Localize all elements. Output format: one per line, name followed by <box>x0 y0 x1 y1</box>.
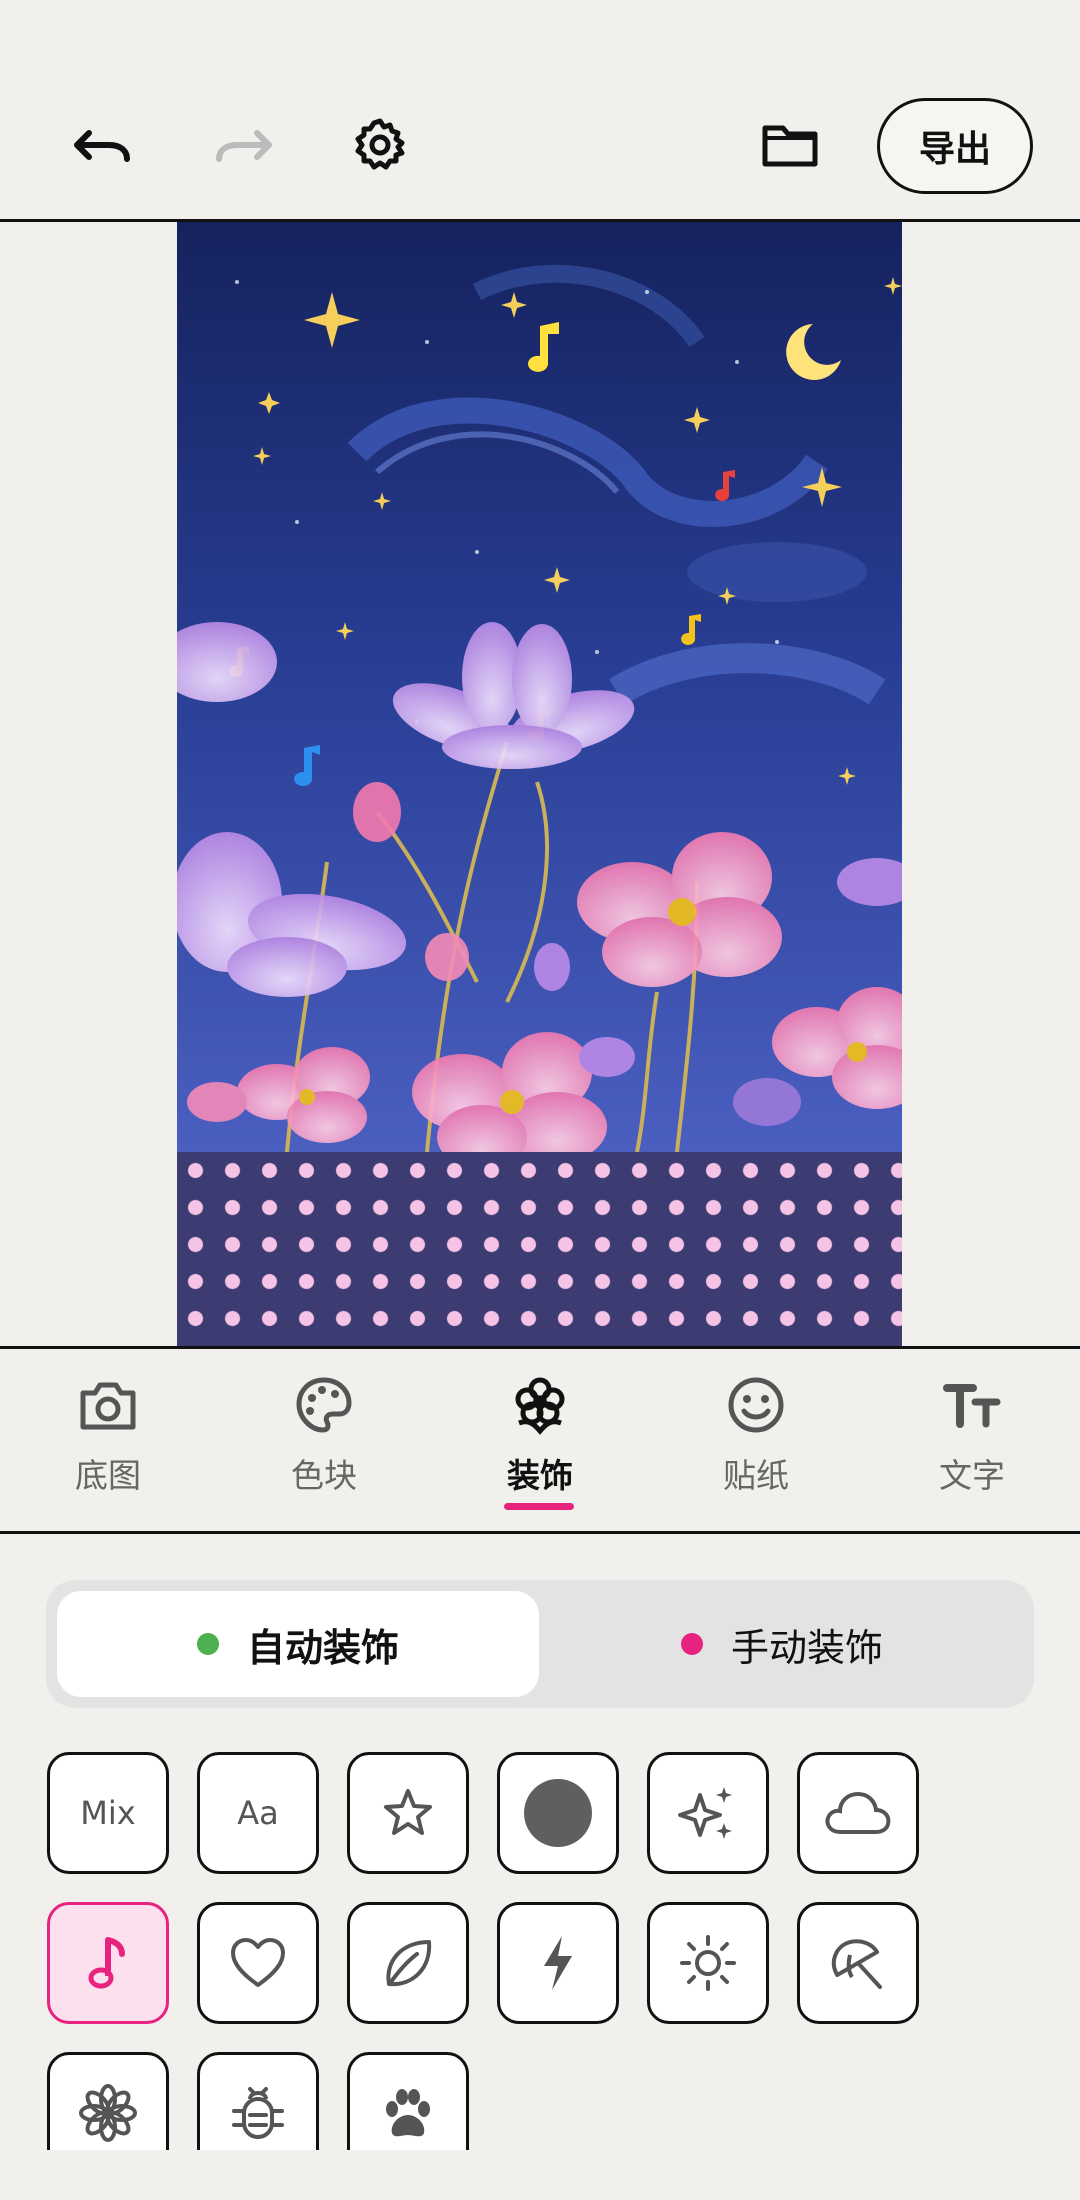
manual-decoration-label: 手动装饰 <box>730 1625 883 1670</box>
heart-icon <box>231 1938 285 1987</box>
leaf-icon <box>386 1940 432 1987</box>
music-note-icon <box>88 1937 125 1989</box>
text-letters-option[interactable]: Aa <box>197 1752 319 1874</box>
status-dot <box>196 1633 219 1655</box>
tab-decoration[interactable]: 装饰 <box>460 1373 620 1513</box>
leaf-option[interactable] <box>347 1902 469 2024</box>
star-icon <box>384 1789 432 1835</box>
canvas-area <box>0 222 1080 1346</box>
tab-label: 底图 <box>75 1456 141 1495</box>
flower-option[interactable] <box>47 2052 169 2150</box>
decoration-grid: Mix Aa <box>0 1740 1080 2150</box>
cloud-option[interactable] <box>797 1752 919 1874</box>
status-dot <box>680 1633 703 1655</box>
tab-sticker[interactable]: 贴纸 <box>676 1373 836 1513</box>
flower-icon <box>508 1373 572 1437</box>
tab-label: 贴纸 <box>723 1456 789 1495</box>
sparkle-option[interactable] <box>647 1752 769 1874</box>
sun-icon <box>680 1935 736 1991</box>
paw-option[interactable] <box>347 2052 469 2150</box>
lightning-option[interactable] <box>497 1902 619 2024</box>
color-block-pattern <box>177 1152 902 1346</box>
export-button[interactable]: 导出 <box>877 98 1033 194</box>
active-tab-indicator <box>504 1503 574 1510</box>
gear-icon[interactable] <box>345 110 415 180</box>
folder-icon[interactable] <box>755 110 825 180</box>
camera-icon <box>76 1373 140 1437</box>
bug-option[interactable] <box>197 2052 319 2150</box>
design-canvas[interactable] <box>177 222 902 1346</box>
umbrella-icon <box>831 1939 882 1989</box>
top-toolbar: 导出 <box>0 0 1080 222</box>
tab-label: 色块 <box>291 1456 357 1495</box>
tab-label: 文字 <box>939 1456 1005 1495</box>
heart-option[interactable] <box>197 1902 319 2024</box>
lightning-icon <box>544 1936 572 1990</box>
undo-icon[interactable] <box>68 110 138 180</box>
background-image <box>177 222 902 1152</box>
bug-icon <box>232 2087 284 2139</box>
circle-icon <box>524 1779 592 1847</box>
text-size-icon <box>940 1373 1004 1437</box>
tab-label: 装饰 <box>507 1456 573 1495</box>
smiley-icon <box>724 1373 788 1437</box>
paw-icon <box>386 2089 430 2137</box>
tab-color-block[interactable]: 色块 <box>244 1373 404 1513</box>
cloud-icon <box>825 1791 891 1834</box>
umbrella-option[interactable] <box>797 1902 919 2024</box>
mix-label: Mix <box>80 1794 136 1832</box>
music-note-option[interactable] <box>47 1902 169 2024</box>
flower-outline-icon <box>79 2084 137 2142</box>
palette-icon <box>292 1373 356 1437</box>
decoration-mode-switch: 自动装饰 手动装饰 <box>46 1580 1034 1708</box>
tool-tab-bar: 底图 色块 装饰 贴纸 文字 <box>0 1346 1080 1534</box>
sparkle-icon <box>678 1787 732 1839</box>
auto-decoration-label: 自动装饰 <box>246 1625 399 1670</box>
manual-decoration-option[interactable]: 手动装饰 <box>541 1591 1023 1697</box>
tab-base-image[interactable]: 底图 <box>28 1373 188 1513</box>
mix-option[interactable]: Mix <box>47 1752 169 1874</box>
aa-label: Aa <box>237 1794 279 1832</box>
redo-icon[interactable] <box>208 110 278 180</box>
auto-decoration-option[interactable]: 自动装饰 <box>57 1591 539 1697</box>
circle-option[interactable] <box>497 1752 619 1874</box>
sun-option[interactable] <box>647 1902 769 2024</box>
star-option[interactable] <box>347 1752 469 1874</box>
tab-text[interactable]: 文字 <box>892 1373 1052 1513</box>
